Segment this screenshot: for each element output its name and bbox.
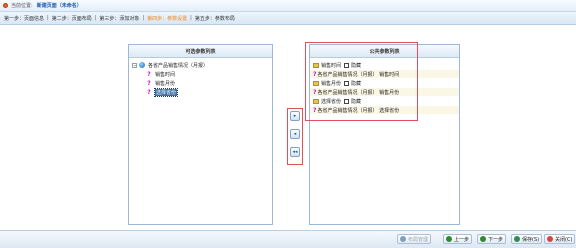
param-sub-row[interactable]: ? 各省产品销售情况（月报） 选择省份 (310, 106, 459, 114)
tree-item-label: 选择省份 (153, 87, 179, 97)
param-sub-label: 各省产品销售情况（月报） 销售时间 (317, 71, 400, 78)
folder-icon (313, 62, 319, 68)
hide-label: 隐藏 (351, 80, 362, 87)
layout-manage-button[interactable]: 布局管理 (397, 234, 432, 244)
param-icon: ? (147, 70, 151, 78)
layout-icon (400, 236, 406, 242)
param-row[interactable]: 销售时间 隐藏 (310, 61, 459, 69)
available-params-panel: 可选参数列表 − 各省产品销售情况（月报） ? 销售时间 ? 销售月份 ? 选择… (128, 44, 273, 225)
param-name: 销售时间 (321, 62, 342, 69)
step-separator: | (190, 15, 192, 21)
report-icon (139, 62, 145, 68)
tree-item-selected[interactable]: ? 选择省份 (146, 87, 179, 97)
location-value: 新建页面（未命名） (36, 3, 82, 9)
location-pin-icon (3, 3, 8, 8)
location-bar: 当前位置: 新建页面（未命名） (0, 0, 576, 12)
tree-item-label: 销售时间 (155, 71, 176, 78)
param-icon: ? (147, 88, 151, 96)
param-row[interactable]: 销售月份 隐藏 (310, 79, 459, 87)
step-separator: | (142, 15, 145, 21)
param-icon: ? (313, 70, 317, 78)
param-row[interactable]: 选择省份 隐藏 (310, 97, 459, 105)
step-1[interactable]: 第一步：页面信息 (3, 15, 45, 22)
param-icon: ? (147, 79, 151, 87)
param-tree: − 各省产品销售情况（月报） ? 销售时间 ? 销售月份 ? 选择省份 (129, 58, 272, 97)
button-label: 保存(S) (522, 236, 540, 243)
remove-param-button[interactable]: ◂ (290, 129, 300, 139)
add-param-button[interactable]: ▸ (290, 111, 300, 121)
tree-item[interactable]: ? 销售时间 (146, 70, 175, 78)
save-button[interactable]: 保存(S) (511, 234, 543, 244)
param-icon: ? (313, 106, 317, 114)
tree-item-label: 销售月份 (155, 80, 176, 87)
step-3[interactable]: 第三步：添加对象 (98, 15, 140, 22)
step-5[interactable]: 第五步：参数布局 (194, 15, 236, 22)
hide-checkbox[interactable] (344, 98, 350, 104)
param-sub-label: 各省产品销售情况（月报） 销售月份 (317, 89, 400, 96)
param-sub-row[interactable]: ? 各省产品销售情况（月报） 销售月份 (310, 88, 459, 96)
tree-root[interactable]: − 各省产品销售情况（月报） (132, 61, 208, 69)
step-2[interactable]: 第二步：页面布局 (51, 15, 93, 22)
remove-all-params-button[interactable]: ◂◂ (290, 147, 300, 157)
tree-item[interactable]: ? 销售月份 (146, 79, 175, 87)
param-name: 选择省份 (321, 98, 342, 105)
forward-icon (480, 236, 486, 242)
save-icon (514, 236, 520, 242)
public-params-panel: 公共参数列表 销售时间 隐藏 ? 各省产品销售情况（月报） 销售时间 销售月份 … (309, 44, 460, 225)
wizard-steps: 第一步：页面信息 | 第二步：页面布局 | 第三步：添加对象 | 第四步：参数设… (0, 12, 576, 25)
public-params-title: 公共参数列表 (310, 45, 459, 58)
step-separator: | (47, 15, 49, 21)
button-label: 下一步 (488, 236, 504, 243)
param-sub-row[interactable]: ? 各省产品销售情况（月报） 销售时间 (310, 70, 459, 78)
footer-toolbar: 布局管理 上一步 下一步 保存(S) 关闭(C) (0, 230, 576, 248)
collapse-icon[interactable]: − (132, 62, 137, 68)
hide-label: 隐藏 (351, 62, 362, 69)
step-separator: | (94, 15, 97, 21)
available-params-title: 可选参数列表 (129, 45, 272, 58)
close-button[interactable]: 关闭(C) (544, 234, 576, 244)
param-sub-label: 各省产品销售情况（月报） 选择省份 (317, 107, 400, 114)
next-step-button[interactable]: 下一步 (477, 234, 507, 244)
tree-root-label: 各省产品销售情况（月报） (148, 62, 209, 69)
param-icon: ? (313, 88, 317, 96)
folder-icon (313, 80, 319, 86)
hide-checkbox[interactable] (344, 80, 350, 86)
close-icon (547, 236, 553, 242)
location-label: 当前位置: (11, 3, 33, 9)
hide-label: 隐藏 (351, 98, 362, 105)
previous-step-button[interactable]: 上一步 (443, 234, 473, 244)
hide-checkbox[interactable] (344, 62, 350, 68)
folder-icon (313, 98, 319, 104)
button-label: 上一步 (454, 236, 470, 243)
back-icon (446, 236, 452, 242)
step-4[interactable]: 第四步：参数设置 (146, 15, 188, 22)
button-label: 关闭(C) (555, 236, 573, 243)
param-name: 销售月份 (321, 80, 342, 87)
button-label: 布局管理 (408, 236, 429, 243)
